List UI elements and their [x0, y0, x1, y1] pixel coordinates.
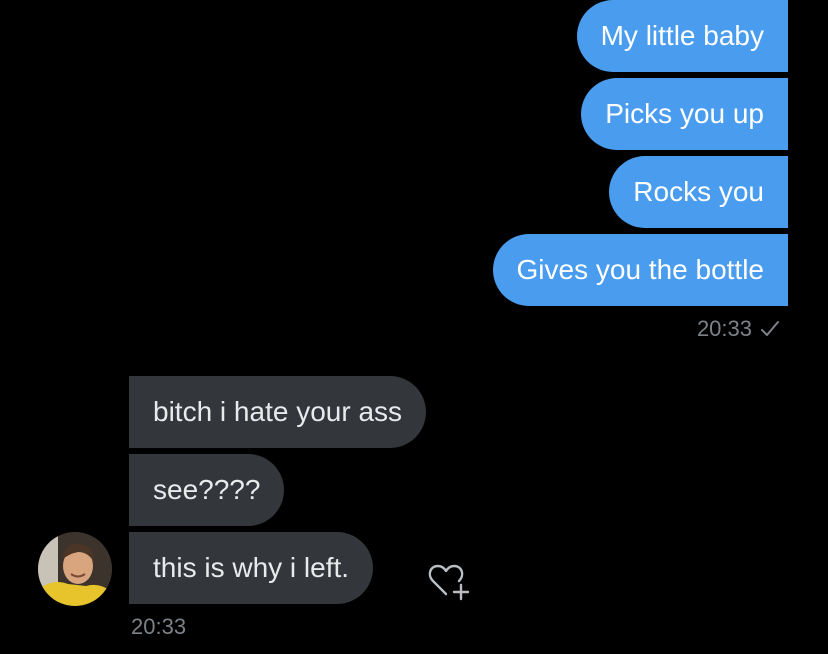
- sent-message[interactable]: Picks you up: [581, 78, 788, 150]
- sent-message[interactable]: Rocks you: [609, 156, 788, 228]
- heart-plus-icon[interactable]: [425, 558, 471, 604]
- sent-message[interactable]: My little baby: [576, 0, 788, 72]
- avatar[interactable]: [38, 532, 112, 606]
- received-message[interactable]: this is why i left.: [129, 532, 374, 604]
- sent-message[interactable]: Gives you the bottle: [492, 234, 788, 306]
- received-message[interactable]: see????: [129, 454, 285, 526]
- sent-timestamp-text: 20:33: [696, 316, 752, 341]
- received-timestamp: 20:33: [131, 614, 187, 639]
- message-thread: My little baby Picks you up Rocks you Gi…: [0, 0, 828, 654]
- checkmark-icon: [760, 318, 780, 344]
- sent-timestamp: 20:33: [697, 316, 780, 344]
- received-message[interactable]: bitch i hate your ass: [129, 376, 427, 448]
